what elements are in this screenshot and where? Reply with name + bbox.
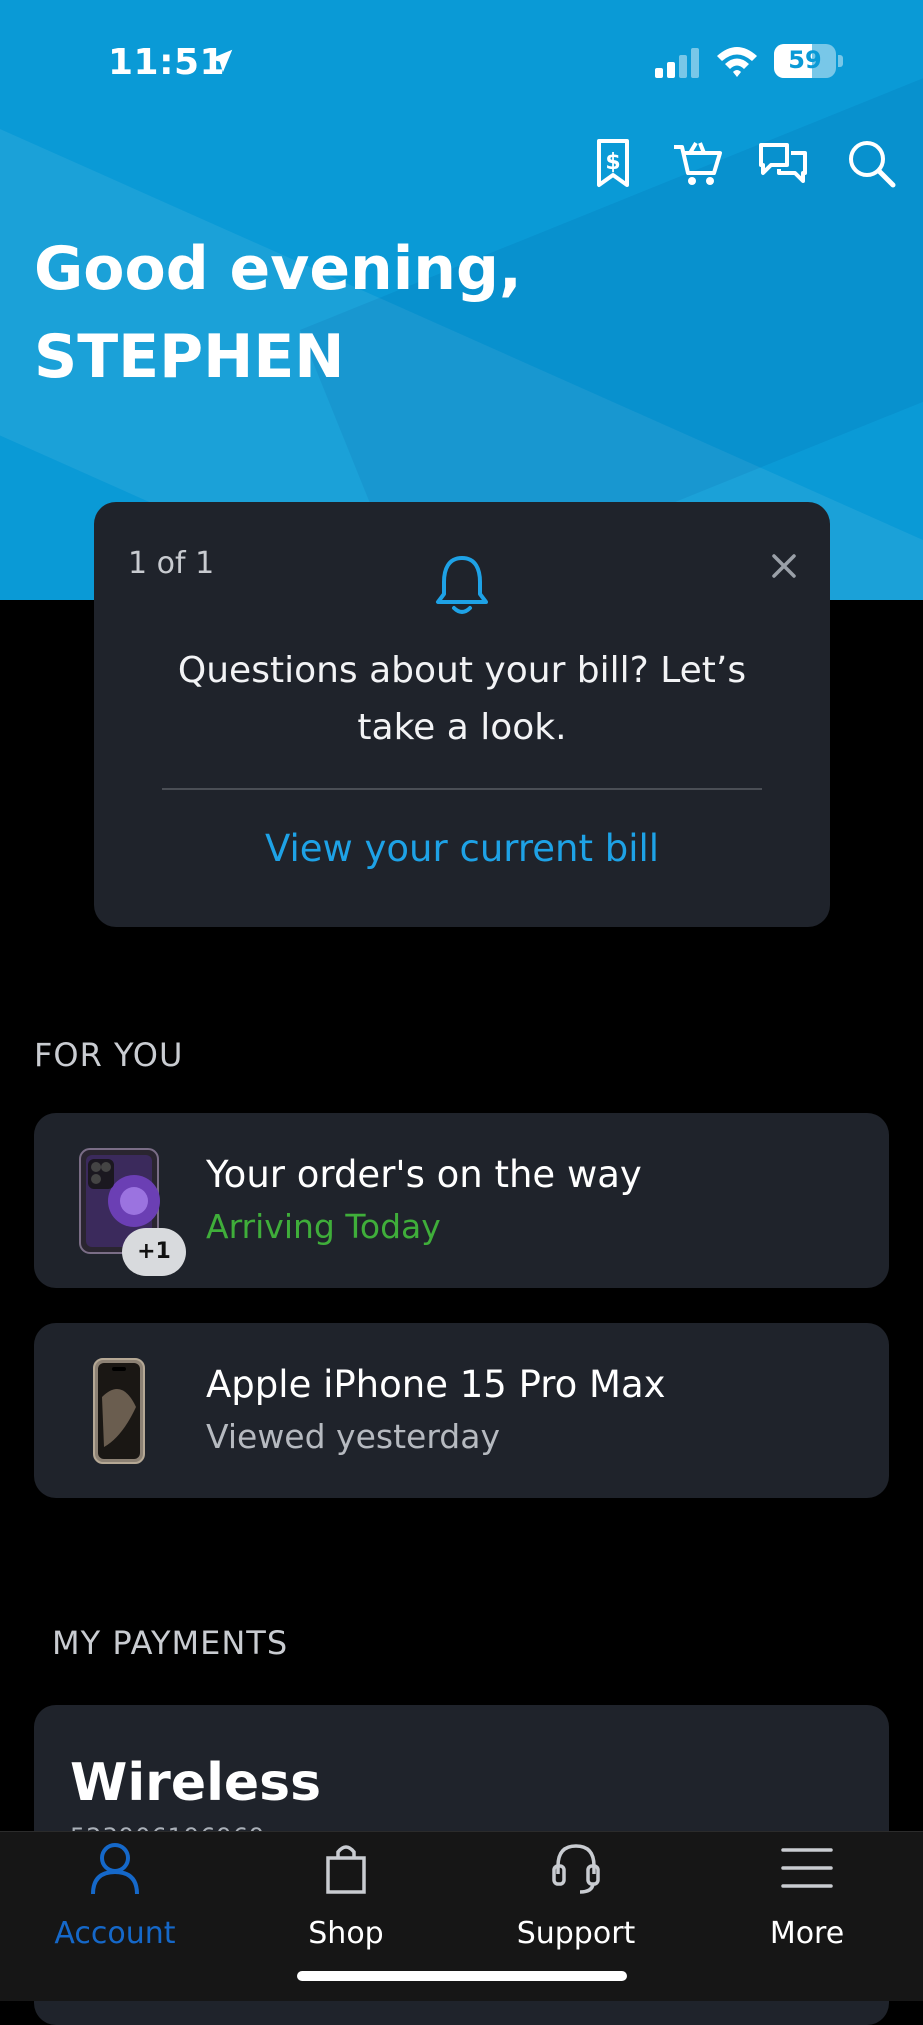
home-indicator [297,1971,627,1981]
payment-card-title: Wireless [70,1753,322,1813]
cellular-signal-icon [655,48,699,78]
view-bill-link[interactable]: View your current bill [94,827,830,870]
status-bar: 11:51 59 [0,38,923,88]
header-actions: $ [585,135,905,195]
tab-label: More [769,1916,845,1951]
notification-message: Questions about your bill? Let’s take a … [177,650,747,748]
tab-more[interactable]: More [692,1832,922,1952]
divider [162,788,762,790]
shopping-bag-icon [326,1845,366,1894]
notification-count: 1 of 1 [128,546,215,581]
chat-icon[interactable] [755,135,811,191]
bell-icon [436,556,488,614]
tab-label: Account [54,1916,176,1951]
order-status-card[interactable]: +1 Your order's on the way Arriving Toda… [34,1113,889,1288]
extra-items-badge: +1 [122,1228,186,1276]
search-icon[interactable] [843,135,899,191]
iphone-titanium-thumbnail [93,1358,145,1464]
product-title: Apple iPhone 15 Pro Max [206,1363,666,1406]
greeting-line: Good evening, [34,234,522,304]
greeting: Good evening, STEPHEN [34,225,522,401]
wifi-icon [717,47,757,77]
bill-icon[interactable]: $ [585,135,641,191]
tab-support[interactable]: Support [461,1832,691,1952]
section-title-my-payments: MY PAYMENTS [52,1624,289,1662]
svg-text:$: $ [605,150,620,175]
notification-card: 1 of 1 Questions about your bill? Let’s … [94,502,830,927]
order-subtitle: Arriving Today [206,1207,441,1246]
tab-shop[interactable]: Shop [231,1832,461,1952]
tab-account[interactable]: Account [0,1832,230,1952]
section-title-for-you: FOR YOU [34,1036,184,1074]
tab-label: Shop [308,1916,384,1951]
recently-viewed-card[interactable]: Apple iPhone 15 Pro Max Viewed yesterday [34,1323,889,1498]
menu-icon [781,1848,833,1888]
close-icon[interactable] [770,552,798,580]
user-name: STEPHEN [34,322,345,392]
tab-label: Support [516,1916,636,1951]
headset-icon [552,1844,600,1894]
cart-icon[interactable] [670,135,726,191]
location-arrow-icon [209,49,233,73]
battery-level: 59 [788,46,822,74]
order-title: Your order's on the way [206,1153,642,1196]
battery-indicator: 59 [774,44,844,78]
account-icon [91,1843,139,1895]
product-subtitle: Viewed yesterday [206,1417,501,1456]
